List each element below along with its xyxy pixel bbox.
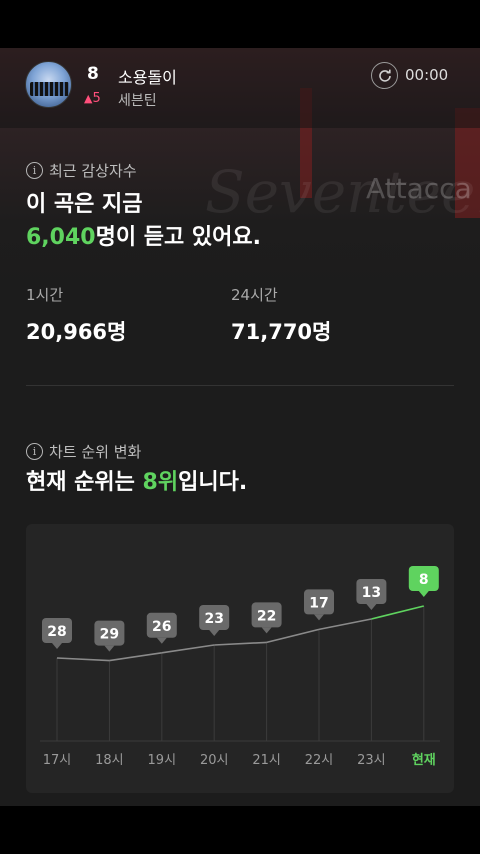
- data-label: 17: [304, 589, 334, 621]
- data-label: 26: [146, 612, 177, 644]
- data-label: 23: [199, 605, 230, 636]
- x-tick-label: 20시: [200, 753, 229, 768]
- svg-text:23: 23: [204, 611, 223, 627]
- svg-text:28: 28: [47, 624, 66, 640]
- chart-info-panel: Seventeen Attacca 8 ▲5 소용돌이 세븐틴 00:00 i …: [0, 48, 480, 806]
- x-tick-label: 23시: [357, 753, 386, 768]
- divider: [26, 385, 454, 386]
- chart-line-segment: [56, 657, 110, 662]
- svg-text:13: 13: [362, 585, 381, 601]
- update-time: 00:00: [405, 66, 449, 84]
- chart-line-segment: [371, 605, 424, 620]
- x-tick-label: 17시: [43, 753, 72, 768]
- svg-text:8: 8: [419, 572, 429, 588]
- album-cover[interactable]: [25, 61, 72, 108]
- x-tick-label: 현재: [412, 752, 436, 768]
- chart-line-segment: [266, 628, 320, 644]
- rank-chart: 28 17시 29 18시 26 19시 23 20시 22 21시 17 22시 13 23시 8 현재: [26, 524, 454, 793]
- song-header[interactable]: 8 ▲5 소용돌이 세븐틴 00:00: [0, 48, 480, 128]
- x-tick-label: 22시: [305, 753, 334, 768]
- current-rank-value: 8위: [142, 470, 179, 495]
- current-listeners: 6,040: [26, 225, 96, 250]
- svg-text:29: 29: [100, 627, 119, 643]
- rank-chart-svg: 28 17시 29 18시 26 19시 23 20시 22 21시 17 22시 13 23시 8 현재: [40, 566, 440, 768]
- info-icon[interactable]: i: [26, 162, 43, 179]
- svg-text:17: 17: [309, 595, 328, 611]
- svg-text:26: 26: [152, 619, 171, 635]
- chart-line-segment: [318, 618, 372, 631]
- x-tick-label: 21시: [252, 753, 281, 768]
- chart-line-segment: [161, 644, 215, 654]
- data-label: 22: [251, 602, 282, 634]
- chart-line-segment: [214, 641, 267, 646]
- data-label: 8: [408, 566, 439, 597]
- hour-label: 1시간: [26, 286, 64, 304]
- artist-name[interactable]: 세븐틴: [118, 90, 157, 110]
- rank-change-value: 5: [92, 91, 101, 106]
- refresh-icon: [378, 69, 391, 82]
- day-label: 24시간: [231, 286, 278, 304]
- info-icon[interactable]: i: [26, 443, 43, 460]
- x-tick-label: 19시: [148, 753, 177, 768]
- listeners-headline: 이 곡은 지금 6,040명이 듣고 있어요.: [26, 192, 261, 250]
- svg-text:22: 22: [257, 608, 276, 624]
- bg-deco-text: Attacca: [366, 172, 472, 205]
- data-label: 29: [94, 620, 125, 652]
- x-tick-label: 18시: [95, 753, 124, 768]
- rank-section-label: i 차트 순위 변화: [26, 441, 141, 462]
- status-bar-area: [0, 0, 480, 48]
- current-rank: 8: [87, 64, 99, 84]
- rank-headline: 현재 순위는 8위입니다.: [26, 470, 248, 495]
- hour-value: 20,966명: [26, 320, 127, 344]
- bottom-area: [0, 806, 480, 854]
- chart-line-segment: [109, 652, 162, 662]
- rank-change: ▲5: [84, 91, 101, 106]
- song-title[interactable]: 소용돌이: [118, 64, 177, 88]
- data-label: 28: [42, 618, 72, 649]
- refresh-button[interactable]: [371, 62, 398, 89]
- data-label: 13: [356, 579, 387, 610]
- listeners-section-label: i 최근 감상자수: [26, 160, 137, 181]
- day-value: 71,770명: [231, 320, 332, 344]
